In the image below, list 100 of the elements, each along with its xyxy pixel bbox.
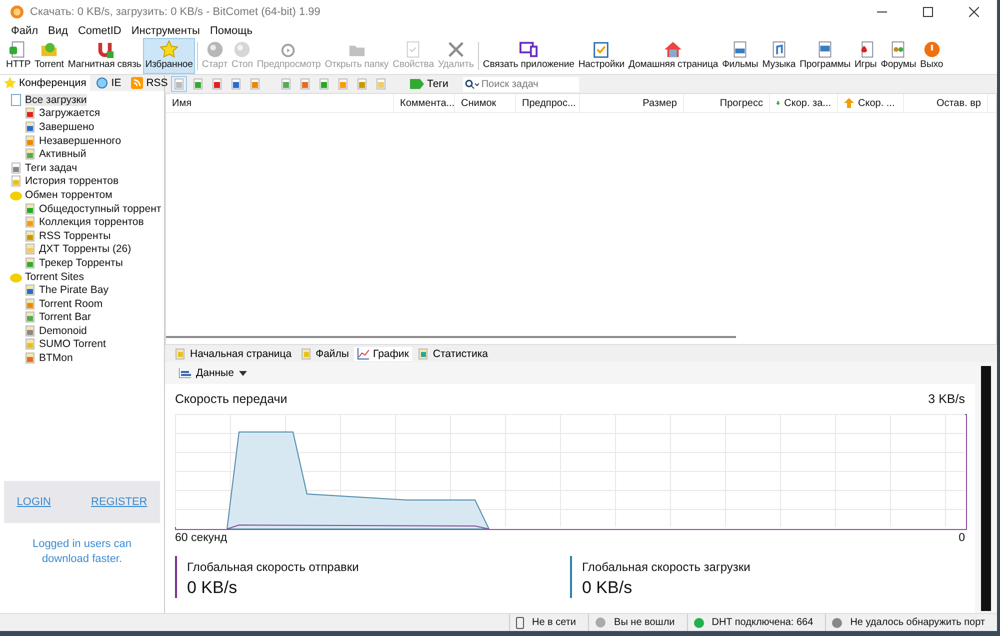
column-header[interactable]: Прогресс [684, 94, 770, 112]
axis-label: 0 [958, 532, 965, 544]
document-icon [24, 284, 36, 296]
document-icon [299, 78, 311, 90]
panel-tab[interactable]: График [354, 346, 412, 360]
disc-icon [232, 40, 252, 59]
toolbar-button[interactable]: Музыка [760, 38, 798, 74]
tree-item[interactable]: Torrent Room [0, 296, 164, 310]
tree-item[interactable]: Все загрузки [0, 93, 164, 107]
document-icon [24, 202, 36, 215]
toolbar-button[interactable]: Фильмы [720, 38, 760, 74]
column-header[interactable]: Скор. за... [770, 94, 838, 112]
toolbar-button[interactable]: HTTP [4, 38, 33, 74]
menu-item[interactable]: Вид [48, 25, 68, 37]
app-logo-icon [10, 5, 24, 19]
document-icon [24, 230, 36, 242]
maximize-icon [923, 7, 933, 17]
column-header[interactable]: Остав. вр [904, 94, 988, 112]
tree-item[interactable]: ДХТ Торренты (26) [0, 242, 164, 256]
search-field[interactable]: Поиск задач [479, 76, 580, 92]
tree-item[interactable]: Torrent Sites [0, 270, 164, 284]
sidebar-tab[interactable]: RSS [127, 75, 172, 91]
panel-tab[interactable]: Файлы [296, 346, 352, 360]
column-header[interactable]: Скор. ... [838, 94, 904, 112]
panel-tab[interactable]: Начальная страница [171, 346, 295, 360]
toolbar-button[interactable]: Torrent [32, 38, 66, 74]
arrow-down-icon [776, 98, 780, 108]
tree-item[interactable]: Коллекция торрентов [0, 215, 164, 229]
sidebar-tab[interactable]: IE [92, 75, 126, 91]
column-header[interactable]: Имя [166, 94, 394, 112]
close-icon [969, 7, 979, 17]
column-header[interactable]: Предпрос... [516, 94, 580, 112]
toolbar-button[interactable]: Домашняя страница [626, 38, 720, 74]
document-icon [24, 298, 36, 310]
stat-value: 0 KB/s [187, 578, 238, 598]
chart-title: Скорость передачи [175, 392, 288, 406]
tree-item[interactable]: Demonoid [0, 324, 164, 338]
column-header[interactable]: Размер [580, 94, 684, 112]
tree-item[interactable]: The Pirate Bay [0, 283, 164, 297]
menu-item[interactable]: Файл [11, 25, 38, 37]
tree-item[interactable]: Трекер Торренты [0, 256, 164, 270]
menu-item[interactable]: Помощь [210, 25, 252, 37]
document-icon [211, 78, 223, 90]
arrow-up-icon [844, 98, 854, 108]
document-icon [249, 78, 261, 90]
document-icon [318, 78, 330, 90]
star-icon [159, 40, 180, 59]
data-dropdown[interactable]: Данные [173, 366, 253, 380]
stat-label: Глобальная скорость загрузки [582, 560, 750, 574]
toolbar-button[interactable]: Игры [852, 38, 879, 74]
tree-item[interactable]: Теги задач [0, 160, 164, 175]
toolbar-button[interactable]: Настройки [576, 38, 626, 74]
document-icon [24, 352, 36, 364]
sidebar-tab[interactable]: Конференция [0, 75, 90, 91]
column-header[interactable]: Снимок [455, 94, 516, 112]
document-icon [24, 324, 36, 337]
document-icon [230, 78, 242, 90]
toolbar-button[interactable]: Избранное [143, 38, 195, 74]
tree-item[interactable]: История торрентов [0, 174, 164, 188]
document-icon [300, 348, 312, 360]
stat-value: 0 KB/s [582, 578, 634, 598]
tree-item[interactable]: Завершено [0, 120, 164, 134]
status-text: Вы не вошли [614, 617, 675, 628]
page-icon [10, 94, 22, 106]
document-icon [24, 243, 36, 256]
document-icon [24, 256, 36, 269]
folder-icon [10, 270, 22, 283]
tag-icon [410, 79, 424, 89]
status-text: Не в сети [532, 617, 576, 628]
folder-icon [39, 40, 60, 59]
vertical-scrollbar[interactable] [981, 366, 991, 611]
toolbar-button[interactable]: Связать приложение [480, 38, 576, 74]
menu-item[interactable]: Инструменты [131, 25, 200, 37]
stat-label: Глобальная скорость отправки [187, 560, 359, 574]
tree-item[interactable]: BTMon [0, 351, 164, 365]
tree-item[interactable]: Обмен торрентом [0, 188, 164, 202]
document-icon [416, 348, 429, 360]
tree-item[interactable]: Общедоступный торрент [0, 202, 164, 216]
menu-item[interactable]: CometID [78, 25, 122, 37]
document-icon [173, 78, 185, 90]
toolbar-button[interactable]: Магнитная связь [66, 38, 144, 74]
axis-label: 60 секунд [175, 532, 228, 544]
document-icon [24, 107, 36, 120]
document-icon [10, 175, 22, 188]
document-icon [174, 348, 186, 360]
tree-item[interactable]: Загружается [0, 106, 164, 120]
toolbar-button[interactable]: Выхо [918, 38, 946, 74]
tree-item[interactable]: Незавершенного [0, 134, 164, 148]
bar-chart-icon [179, 368, 191, 378]
toolbar-button[interactable]: Программы [798, 38, 852, 74]
tree-item[interactable]: Torrent Bar [0, 310, 164, 324]
tree-item[interactable]: SUMO Torrent [0, 338, 164, 352]
document-icon [10, 162, 22, 174]
toolbar-button[interactable]: Форумы [878, 38, 918, 74]
column-header[interactable]: Коммента... [394, 94, 455, 112]
tree-item[interactable]: RSS Торренты [0, 228, 164, 243]
panel-tab[interactable]: Статистика [414, 346, 492, 360]
tree-item[interactable]: Активный [0, 147, 164, 161]
tags-button[interactable]: Теги [404, 77, 454, 91]
window-title: Скачать: 0 KB/s, загрузить: 0 KB/s - BitComet (64-bit) 1.99 [30, 6, 322, 18]
